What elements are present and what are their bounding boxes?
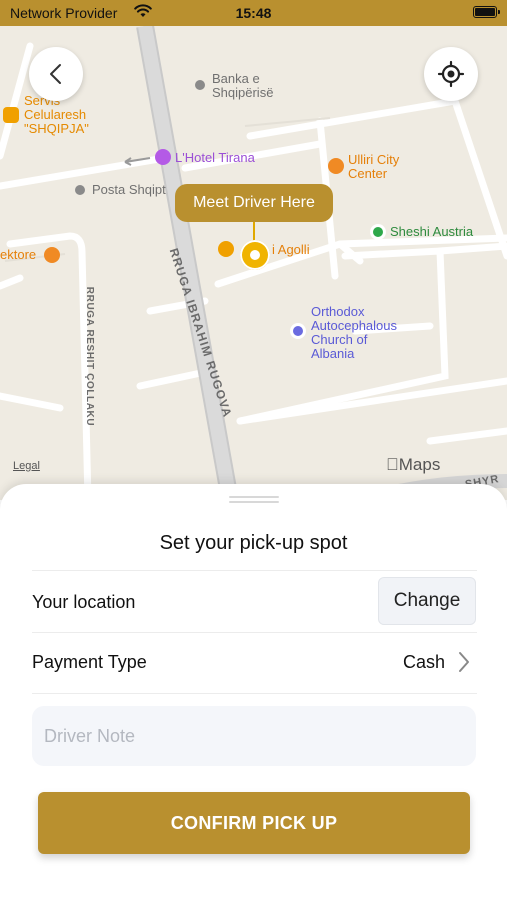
- park-icon: [370, 224, 386, 240]
- divider: [32, 632, 477, 633]
- confirm-pickup-button[interactable]: CONFIRM PICK UP: [38, 792, 470, 854]
- church-icon: [290, 323, 306, 339]
- sheet-title: Set your pick-up spot: [159, 532, 348, 554]
- divider: [32, 693, 477, 694]
- payment-type-row[interactable]: Payment Type Cash: [32, 652, 477, 674]
- payment-type-label: Payment Type: [32, 652, 147, 672]
- poi-ektore[interactable]: ektore: [0, 248, 36, 262]
- poi-church[interactable]: Orthodox Autocephalous Church of Albania: [311, 305, 397, 361]
- sheet-grabber[interactable]: [229, 496, 279, 503]
- museum-icon: [44, 247, 60, 263]
- legal-link[interactable]: Legal: [13, 460, 40, 472]
- apple-icon: : [386, 455, 399, 474]
- status-bar: Network Provider 15:48: [0, 0, 507, 26]
- map-view[interactable]: RRUGA IBRAHIM RUGOVA RRUGA RESHIT ÇOLLAK…: [0, 26, 507, 500]
- poi-posta[interactable]: Posta Shqipt: [92, 183, 166, 197]
- meet-driver-callout: Meet Driver Here: [175, 184, 333, 222]
- library-icon: [218, 241, 234, 257]
- pickup-sheet: Set your pick-up spot Your location Chan…: [0, 484, 507, 900]
- poi-sheshi[interactable]: Sheshi Austria: [390, 225, 473, 239]
- payment-type-value: Cash: [402, 652, 445, 672]
- callout-stem: [253, 222, 255, 242]
- post-office-icon: [72, 182, 88, 198]
- pickup-pin-icon[interactable]: [240, 240, 270, 270]
- poi-banka[interactable]: Banka e Shqipërisë: [212, 72, 273, 100]
- chevron-left-icon: [50, 64, 61, 84]
- restaurant-icon: [328, 158, 344, 174]
- crosshair-icon: [437, 60, 465, 88]
- street-label-collaku: RRUGA RESHIT ÇOLLAKU: [84, 286, 96, 427]
- battery-icon: [473, 6, 500, 18]
- apple-maps-logo: Maps: [386, 455, 440, 474]
- phone-shop-icon: [3, 107, 19, 123]
- hotel-icon: [155, 149, 171, 165]
- locate-me-button[interactable]: [424, 47, 478, 101]
- poi-ulliri[interactable]: Ulliri City Center: [348, 153, 399, 181]
- change-location-button[interactable]: Change: [378, 577, 476, 625]
- poi-hotel[interactable]: L'Hotel Tirana: [175, 151, 255, 165]
- chevron-right-icon: [459, 652, 469, 672]
- driver-note-input[interactable]: [32, 706, 476, 766]
- bank-icon: [192, 77, 208, 93]
- back-button[interactable]: [29, 47, 83, 101]
- divider: [32, 570, 477, 571]
- clock: 15:48: [235, 5, 272, 21]
- poi-agolli[interactable]: i Agolli: [272, 243, 310, 257]
